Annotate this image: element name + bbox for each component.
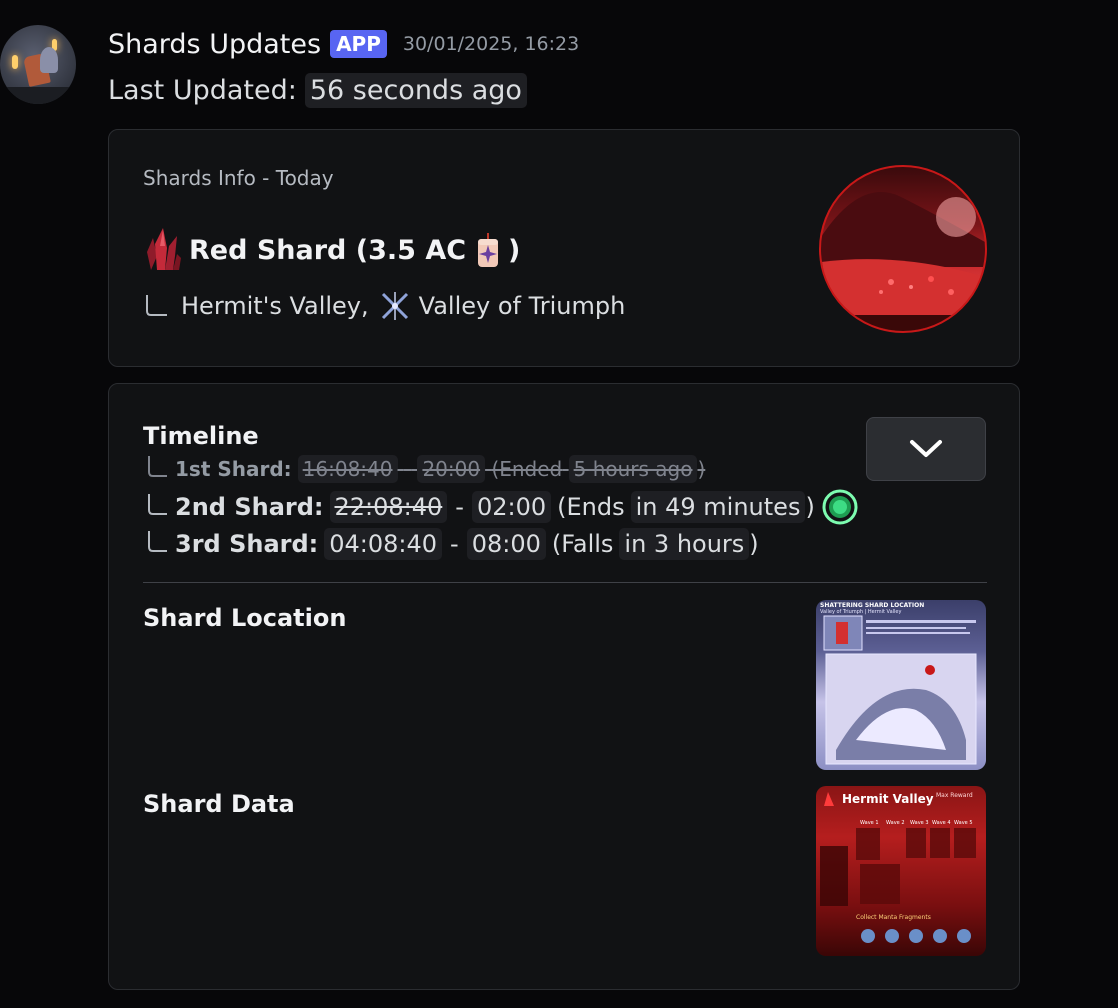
thumbnail-art (821, 192, 985, 331)
shard-1-status-close: ) (697, 457, 706, 481)
shard-3-relative: in 3 hours (619, 528, 750, 560)
message-timestamp: 30/01/2025, 16:23 (402, 33, 580, 55)
shard-thumbnail[interactable] (819, 165, 987, 333)
shard-1-status: (Ended (491, 457, 563, 481)
location-realm: Hermit's Valley, (181, 292, 369, 320)
shard-1-start: 16:08:40 (297, 455, 398, 483)
shard-2-label: 2nd Shard: (175, 493, 324, 521)
branch-icon (148, 494, 167, 515)
shard-2-relative: in 49 minutes (630, 491, 806, 523)
field-shard-location: Shard Location (143, 604, 347, 632)
branch-icon (146, 295, 167, 316)
shard-info-embed: Shards Info - Today Red Shard (3.5 AC ) … (108, 129, 1020, 367)
candle-icon (478, 233, 499, 267)
divider (143, 582, 987, 583)
shard-3-start: 04:08:40 (324, 528, 443, 560)
shard-location-image[interactable]: SHATTERING SHARD LOCATION Valley of Triu… (816, 600, 986, 770)
location-area: Valley of Triumph (418, 292, 626, 320)
timeline-title: Timeline (143, 422, 259, 450)
data-art (820, 792, 976, 943)
timeline-embed: Timeline 1st Shard: 16:08:40 - 20:00 (En… (108, 383, 1020, 990)
timeline-row-2: 2nd Shard: 22:08:40 - 02:00 (Ends in 49 … (143, 488, 859, 526)
shard-3-dash: - (450, 530, 459, 558)
shard-1-relative: 5 hours ago (568, 455, 698, 483)
branch-icon (148, 456, 167, 477)
last-updated-line: Last Updated: 56 seconds ago (108, 68, 527, 112)
expand-timeline-button[interactable] (866, 417, 986, 481)
shard-3-status: (Falls (551, 530, 614, 558)
last-updated-value: 56 seconds ago (304, 72, 527, 108)
embed-author: Shards Info - Today (143, 166, 334, 190)
last-updated-label: Last Updated: (108, 74, 297, 106)
shard-title: Red Shard (3.5 AC ) (143, 226, 520, 274)
shard-data-image[interactable]: Hermit Valley Max Reward Wave 1 Wave 2 W… (816, 786, 986, 956)
shard-2-end: 02:00 (471, 491, 552, 523)
field-shard-data: Shard Data (143, 790, 295, 818)
shard-location-line: Hermit's Valley, Valley of Triumph (143, 290, 625, 322)
shard-1-label: 1st Shard: (175, 457, 292, 481)
shard-3-end: 08:00 (466, 528, 546, 560)
shard-title-text: Red Shard (3.5 AC (189, 234, 467, 266)
timeline-row-3: 3rd Shard: 04:08:40 - 08:00 (Falls in 3 … (143, 528, 759, 560)
shard-2-dash: - (455, 493, 464, 521)
chevron-down-icon (910, 440, 942, 457)
triumph-icon (381, 292, 408, 320)
app-badge: APP (330, 30, 387, 58)
shard-1-end: 20:00 (417, 455, 486, 483)
avatar-ground (0, 87, 76, 104)
avatar-candle-glow (12, 55, 18, 69)
timeline-row-1: 1st Shard: 16:08:40 - 20:00 (Ended 5 hou… (143, 455, 706, 483)
message-header: Shards Updates APP 30/01/2025, 16:23 (108, 24, 579, 64)
crystal-icon (147, 228, 181, 270)
branch-icon (148, 531, 167, 552)
username[interactable]: Shards Updates (108, 29, 321, 60)
bot-avatar[interactable] (0, 25, 76, 104)
shard-2-start: 22:08:40 (329, 491, 448, 523)
live-indicator-icon (822, 489, 858, 525)
shard-1-dash: - (403, 457, 412, 481)
shard-2-status: (Ends (557, 493, 625, 521)
shard-3-status-close: ) (749, 530, 759, 558)
shard-3-label: 3rd Shard: (175, 530, 319, 558)
avatar-figure (40, 47, 58, 73)
map-art (823, 615, 977, 765)
shard-title-close: ) (508, 234, 521, 266)
shard-2-status-close: ) (805, 493, 815, 521)
